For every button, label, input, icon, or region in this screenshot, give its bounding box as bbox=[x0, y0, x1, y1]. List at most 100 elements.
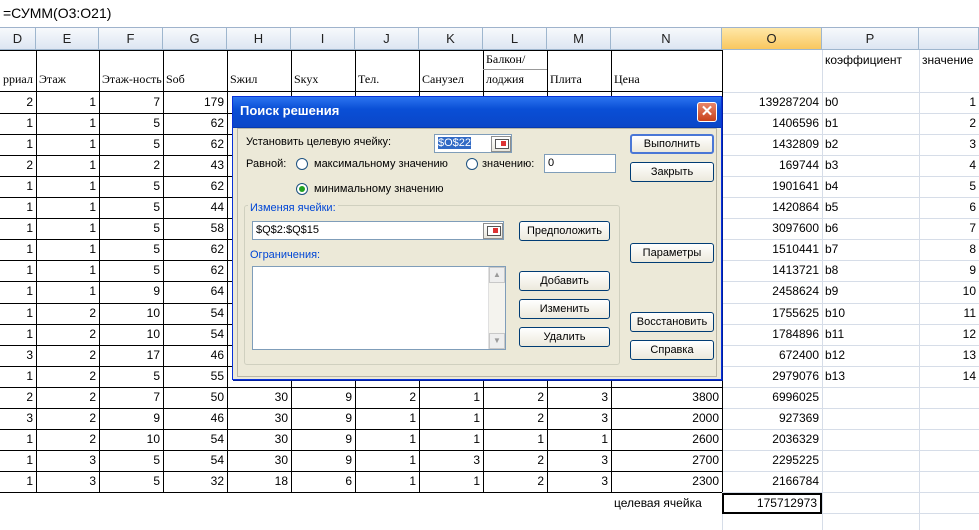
table-cell[interactable]: 5 bbox=[99, 178, 163, 195]
table-cell[interactable]: 169744 bbox=[722, 157, 822, 174]
header-cell-j[interactable]: Тел. bbox=[355, 72, 419, 89]
table-cell[interactable]: 5 bbox=[99, 115, 163, 132]
table-cell[interactable]: b4 bbox=[822, 178, 919, 195]
table-cell[interactable]: 10 bbox=[99, 326, 163, 343]
table-cell[interactable]: b3 bbox=[822, 157, 919, 174]
delete-button[interactable]: Удалить bbox=[519, 327, 610, 347]
table-cell[interactable]: b7 bbox=[822, 241, 919, 258]
table-cell[interactable]: b6 bbox=[822, 220, 919, 237]
table-cell[interactable]: 2000 bbox=[611, 410, 722, 427]
table-cell[interactable]: 3097600 bbox=[722, 220, 822, 237]
header-cell-m[interactable]: Плита bbox=[547, 72, 611, 89]
table-cell[interactable]: 3 bbox=[419, 452, 483, 469]
table-cell[interactable]: 13 bbox=[919, 347, 979, 364]
table-cell[interactable]: 62 bbox=[163, 262, 227, 279]
radio-max[interactable] bbox=[296, 158, 308, 170]
table-cell[interactable]: 9 bbox=[291, 410, 355, 427]
target-cell-ref-icon[interactable] bbox=[491, 136, 511, 152]
column-header-p[interactable]: P bbox=[822, 28, 919, 50]
table-cell[interactable]: 3 bbox=[0, 347, 36, 364]
table-cell[interactable]: 6 bbox=[291, 473, 355, 490]
table-cell[interactable]: 7 bbox=[919, 220, 979, 237]
table-cell[interactable]: 3 bbox=[547, 389, 611, 406]
column-header-e[interactable]: E bbox=[36, 28, 99, 50]
table-cell[interactable]: 10 bbox=[919, 283, 979, 300]
constraints-list[interactable]: ▲ ▼ bbox=[252, 266, 506, 350]
table-cell[interactable]: 2036329 bbox=[722, 431, 822, 448]
table-cell[interactable]: 1406596 bbox=[722, 115, 822, 132]
table-cell[interactable]: 1 bbox=[0, 115, 36, 132]
table-cell[interactable]: 30 bbox=[227, 452, 291, 469]
header-cell-f[interactable]: Этаж-ность bbox=[99, 72, 163, 89]
table-cell[interactable]: 32 bbox=[163, 473, 227, 490]
table-cell[interactable]: 1 bbox=[36, 241, 99, 258]
table-cell[interactable]: 1 bbox=[0, 368, 36, 385]
change-button[interactable]: Изменить bbox=[519, 299, 610, 319]
column-header-h[interactable]: H bbox=[227, 28, 291, 50]
guess-button[interactable]: Предположить bbox=[519, 221, 610, 241]
table-cell[interactable]: 3800 bbox=[611, 389, 722, 406]
table-cell[interactable]: b10 bbox=[822, 305, 919, 322]
table-cell[interactable]: 7 bbox=[99, 94, 163, 111]
options-button[interactable]: Параметры bbox=[630, 243, 714, 263]
table-cell[interactable]: 11 bbox=[919, 305, 979, 322]
add-button[interactable]: Добавить bbox=[519, 271, 610, 291]
table-cell[interactable]: 5 bbox=[99, 262, 163, 279]
table-cell[interactable]: 1 bbox=[355, 410, 419, 427]
table-cell[interactable]: 1 bbox=[0, 326, 36, 343]
table-cell[interactable]: 1 bbox=[0, 431, 36, 448]
table-cell[interactable]: 1 bbox=[0, 178, 36, 195]
help-button[interactable]: Справка bbox=[630, 340, 714, 360]
table-cell[interactable]: 62 bbox=[163, 136, 227, 153]
reset-button[interactable]: Восстановить bbox=[630, 312, 714, 332]
table-cell[interactable]: 30 bbox=[227, 410, 291, 427]
table-cell[interactable]: 54 bbox=[163, 431, 227, 448]
table-cell[interactable]: b12 bbox=[822, 347, 919, 364]
column-header-j[interactable]: J bbox=[355, 28, 419, 50]
table-cell[interactable]: 8 bbox=[919, 241, 979, 258]
table-cell[interactable]: b1 bbox=[822, 115, 919, 132]
table-cell[interactable]: b0 bbox=[822, 94, 919, 111]
table-cell[interactable]: 58 bbox=[163, 220, 227, 237]
table-cell[interactable]: 1 bbox=[355, 452, 419, 469]
table-cell[interactable]: 1 bbox=[419, 389, 483, 406]
column-header-m[interactable]: M bbox=[547, 28, 611, 50]
table-cell[interactable]: 3 bbox=[36, 473, 99, 490]
header-cell-d[interactable]: рриал с bbox=[0, 72, 36, 89]
table-cell[interactable]: 14 bbox=[919, 368, 979, 385]
dialog-title-bar[interactable]: Поиск решения ✕ bbox=[233, 97, 721, 128]
table-cell[interactable]: b5 bbox=[822, 199, 919, 216]
table-cell[interactable]: 43 bbox=[163, 157, 227, 174]
table-cell[interactable]: 1 bbox=[355, 473, 419, 490]
table-cell[interactable]: 1755625 bbox=[722, 305, 822, 322]
table-cell[interactable]: 1 bbox=[0, 305, 36, 322]
table-cell[interactable]: 2 bbox=[483, 452, 547, 469]
value-input[interactable]: 0 bbox=[544, 154, 616, 173]
column-header-d[interactable]: D bbox=[0, 28, 36, 50]
table-cell[interactable]: 1 bbox=[919, 94, 979, 111]
table-cell[interactable]: 2 bbox=[483, 473, 547, 490]
changing-cells-ref-icon[interactable] bbox=[483, 223, 503, 239]
table-cell[interactable]: 10 bbox=[99, 431, 163, 448]
table-cell[interactable]: 1 bbox=[36, 283, 99, 300]
header-cell-k[interactable]: Санузел bbox=[419, 72, 483, 89]
constraints-scrollbar[interactable]: ▲ ▼ bbox=[488, 267, 505, 349]
table-cell[interactable]: 2166784 bbox=[722, 473, 822, 490]
table-cell[interactable]: 2 bbox=[483, 410, 547, 427]
table-cell[interactable]: b11 bbox=[822, 326, 919, 343]
table-cell[interactable]: 1 bbox=[355, 431, 419, 448]
table-cell[interactable]: 2 bbox=[36, 326, 99, 343]
column-header-o[interactable]: O bbox=[722, 28, 822, 50]
table-cell[interactable]: b2 bbox=[822, 136, 919, 153]
table-cell[interactable]: 64 bbox=[163, 283, 227, 300]
table-cell[interactable]: 9 bbox=[99, 283, 163, 300]
table-cell[interactable]: 2 bbox=[919, 115, 979, 132]
table-cell[interactable]: 1 bbox=[36, 136, 99, 153]
table-cell[interactable]: 2 bbox=[36, 431, 99, 448]
table-cell[interactable]: 1784896 bbox=[722, 326, 822, 343]
table-cell[interactable]: 9 bbox=[291, 431, 355, 448]
table-cell[interactable]: 1 bbox=[0, 262, 36, 279]
table-cell[interactable]: 1420864 bbox=[722, 199, 822, 216]
table-cell[interactable]: b8 bbox=[822, 262, 919, 279]
table-cell[interactable]: 2 bbox=[0, 389, 36, 406]
